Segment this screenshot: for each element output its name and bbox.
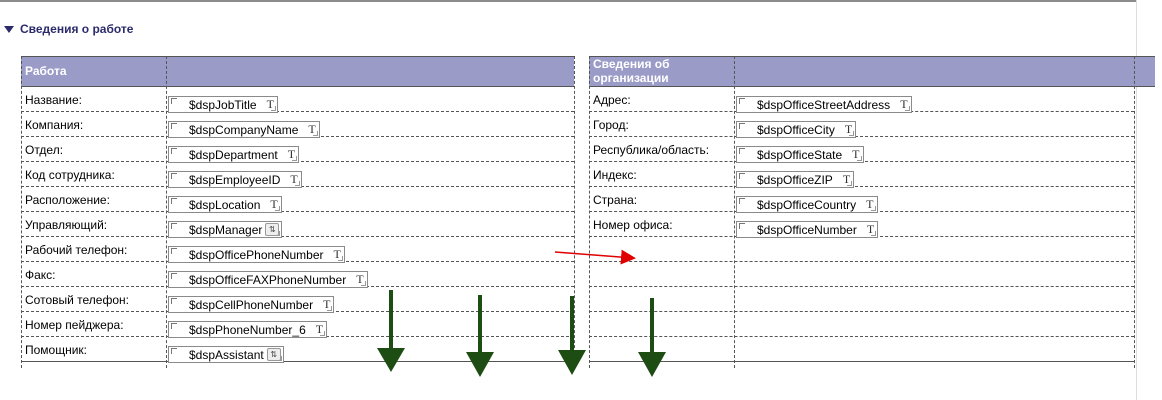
green-arrow-4 [638, 298, 666, 377]
green-arrow-2 [466, 295, 494, 377]
green-arrow-1 [377, 290, 405, 372]
red-arrow [554, 249, 636, 265]
green-arrow-3 [558, 296, 586, 375]
annotation-overlay [377, 249, 666, 377]
